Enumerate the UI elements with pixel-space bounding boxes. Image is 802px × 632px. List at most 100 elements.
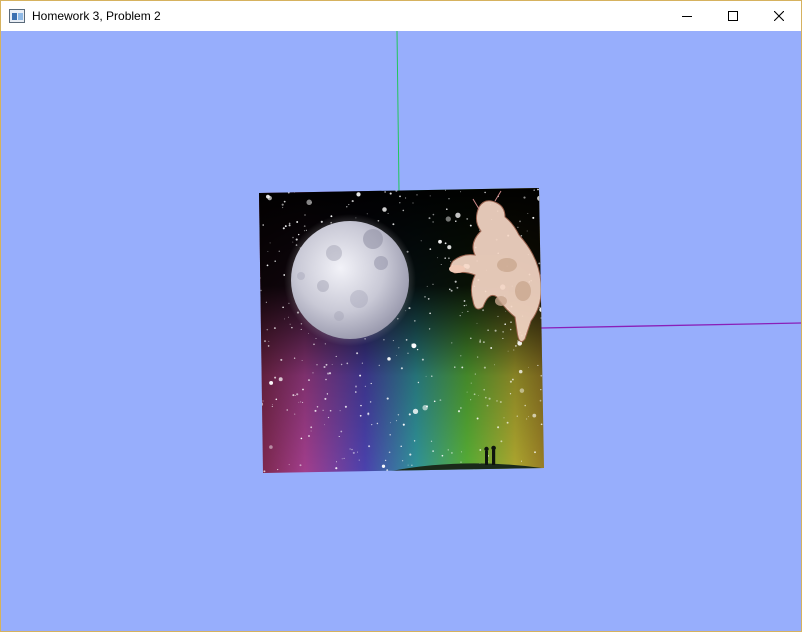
star bbox=[303, 225, 306, 227]
star bbox=[291, 326, 293, 329]
star bbox=[523, 196, 526, 199]
star bbox=[426, 285, 428, 287]
moon bbox=[284, 214, 416, 346]
star bbox=[537, 364, 539, 366]
star bbox=[381, 464, 386, 468]
star bbox=[354, 385, 358, 388]
minimize-icon bbox=[682, 16, 692, 17]
star bbox=[358, 459, 360, 461]
star bbox=[429, 195, 431, 197]
star bbox=[300, 437, 303, 440]
star bbox=[286, 409, 288, 411]
star bbox=[421, 358, 424, 361]
star bbox=[303, 230, 306, 232]
star bbox=[386, 397, 389, 400]
star bbox=[482, 341, 485, 344]
star bbox=[500, 440, 503, 443]
star bbox=[412, 408, 419, 415]
star bbox=[460, 407, 462, 409]
star bbox=[308, 379, 310, 382]
minimize-button[interactable] bbox=[664, 1, 710, 31]
star bbox=[540, 423, 543, 426]
star bbox=[383, 338, 385, 341]
star bbox=[264, 340, 266, 343]
star bbox=[338, 435, 340, 438]
star bbox=[324, 189, 326, 191]
star bbox=[296, 393, 299, 396]
star bbox=[389, 433, 391, 436]
star bbox=[461, 312, 463, 313]
star bbox=[269, 445, 273, 449]
star bbox=[482, 469, 485, 472]
star bbox=[509, 393, 512, 395]
star bbox=[438, 239, 442, 244]
star bbox=[310, 426, 313, 429]
star bbox=[402, 209, 405, 212]
star bbox=[287, 316, 289, 318]
star bbox=[275, 398, 278, 401]
star bbox=[356, 192, 361, 197]
star bbox=[384, 191, 386, 193]
star bbox=[293, 357, 296, 359]
close-button[interactable] bbox=[756, 1, 802, 31]
y-axis-line bbox=[396, 31, 400, 192]
star bbox=[340, 430, 343, 433]
star bbox=[308, 435, 310, 437]
star bbox=[359, 374, 362, 377]
star bbox=[496, 400, 498, 402]
star bbox=[511, 378, 514, 381]
star bbox=[450, 261, 452, 263]
star bbox=[455, 212, 461, 218]
star bbox=[433, 400, 436, 403]
star bbox=[400, 367, 403, 370]
star bbox=[432, 283, 434, 285]
star bbox=[499, 400, 502, 404]
star bbox=[412, 202, 414, 204]
star bbox=[268, 340, 270, 342]
maximize-icon bbox=[728, 11, 738, 21]
star bbox=[292, 241, 294, 243]
star bbox=[413, 320, 416, 322]
star bbox=[335, 467, 338, 470]
star bbox=[494, 329, 497, 332]
star bbox=[324, 424, 325, 426]
star bbox=[528, 366, 529, 368]
star bbox=[460, 355, 462, 357]
star bbox=[403, 471, 406, 473]
title-bar[interactable]: Homework 3, Problem 2 bbox=[1, 1, 801, 31]
star bbox=[293, 191, 295, 193]
maximize-button[interactable] bbox=[710, 1, 756, 31]
star bbox=[349, 448, 351, 450]
star bbox=[407, 352, 409, 354]
star bbox=[411, 464, 413, 466]
star bbox=[329, 409, 332, 412]
star bbox=[516, 415, 519, 417]
star bbox=[539, 399, 542, 402]
star bbox=[288, 222, 291, 225]
window-title: Homework 3, Problem 2 bbox=[32, 9, 161, 23]
star bbox=[344, 405, 347, 408]
star bbox=[440, 263, 442, 265]
star bbox=[460, 451, 462, 453]
star bbox=[367, 413, 370, 416]
opengl-viewport[interactable] bbox=[1, 31, 801, 631]
star bbox=[514, 344, 517, 347]
star bbox=[382, 207, 387, 212]
star bbox=[517, 340, 519, 342]
star bbox=[281, 206, 284, 209]
star bbox=[507, 350, 509, 352]
x-axis-line bbox=[540, 322, 801, 329]
star bbox=[460, 191, 462, 193]
star bbox=[376, 422, 379, 425]
star bbox=[477, 356, 479, 358]
star bbox=[538, 262, 541, 265]
star bbox=[388, 188, 390, 191]
star bbox=[466, 217, 469, 220]
star bbox=[540, 317, 543, 319]
star bbox=[301, 359, 303, 361]
star bbox=[461, 366, 464, 369]
star bbox=[400, 445, 402, 448]
star bbox=[448, 198, 450, 200]
star bbox=[407, 464, 409, 466]
close-icon bbox=[774, 11, 784, 21]
